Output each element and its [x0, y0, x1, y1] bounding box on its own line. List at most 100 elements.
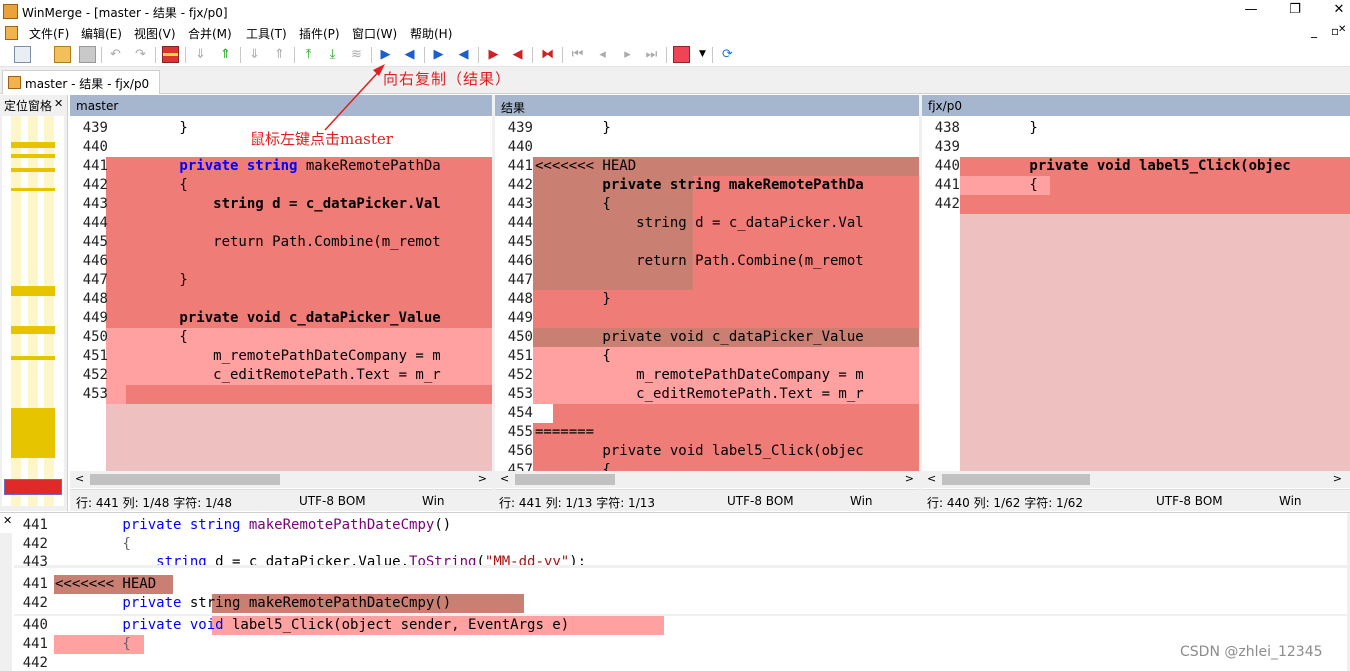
- code-line: private string makeRemotePathDateCmpy(): [55, 595, 452, 611]
- last-diff-icon[interactable]: ⤓: [324, 46, 341, 63]
- save-icon[interactable]: [79, 46, 96, 63]
- code-line: return Path.Combine(m_remot: [535, 253, 864, 269]
- code-line: string d = c_dataPicker.Value.ToString("…: [55, 554, 587, 565]
- copy-right-icon[interactable]: ▶: [377, 46, 394, 63]
- line-number: 443: [22, 554, 48, 570]
- options-icon[interactable]: [673, 46, 690, 63]
- copy-all-right-icon[interactable]: ▶: [485, 46, 502, 63]
- pane-middle-hscroll[interactable]: < >: [495, 471, 919, 488]
- status-eol: Win: [1279, 494, 1302, 508]
- code-line: return Path.Combine(m_remot: [112, 234, 441, 250]
- code-line: string d = c_dataPicker.Val: [112, 196, 441, 212]
- location-pane: 定位窗格 ✕: [0, 95, 68, 511]
- minimize-button[interactable]: —: [1237, 2, 1265, 20]
- menu-help[interactable]: 帮助(H): [410, 25, 452, 42]
- undo-icon[interactable]: ↶: [107, 46, 124, 63]
- status-eol: Win: [422, 494, 445, 508]
- all-diffs-icon[interactable]: ≋: [348, 46, 365, 63]
- status-position: 行: 441 列: 1/48 字符: 1/48: [76, 496, 233, 510]
- location-pane-title: 定位窗格: [4, 99, 52, 113]
- menu-plugins[interactable]: 插件(P): [299, 25, 340, 42]
- pane-left-lines: 439 } 440 441 private string makeRemoteP…: [70, 119, 492, 471]
- next-file-icon[interactable]: ▸: [619, 46, 636, 63]
- next-diff-icon[interactable]: ⇓: [192, 46, 209, 63]
- mdi-minimize-button[interactable]: _: [1311, 24, 1317, 38]
- copy-right-advance-icon[interactable]: ▶: [430, 46, 447, 63]
- prev-diff-icon[interactable]: ⇑: [217, 46, 234, 63]
- diff-pane[interactable]: ✕ 441 private string makeRemotePathDateC…: [0, 512, 1350, 671]
- code-line: m_remotePathDateCompany = m: [535, 367, 864, 383]
- line-number: 441: [934, 177, 960, 193]
- code-line: private void label5_Click(objec: [962, 158, 1291, 174]
- code-line: private void label5_Click(objec: [535, 443, 864, 459]
- pane-right-hscroll[interactable]: < >: [922, 471, 1350, 488]
- line-number: 442: [934, 196, 960, 212]
- copy-left-advance-icon[interactable]: ◀: [455, 46, 472, 63]
- status-position: 行: 440 列: 1/62 字符: 1/62: [927, 496, 1084, 510]
- line-number: 456: [507, 443, 533, 459]
- menu-merge[interactable]: 合并(M): [188, 25, 232, 42]
- code-line: private string makeRemotePathDa: [112, 158, 441, 174]
- menu-edit[interactable]: 编辑(E): [81, 25, 122, 42]
- line-number: 445: [82, 234, 108, 250]
- location-map[interactable]: [2, 116, 64, 506]
- first-diff-icon[interactable]: ⤒: [300, 46, 317, 63]
- prev-conflict-icon[interactable]: ⇑: [271, 46, 288, 63]
- first-file-icon[interactable]: ⏮: [569, 46, 586, 63]
- line-number: 442: [22, 595, 48, 611]
- current-diff-icon[interactable]: [162, 46, 179, 63]
- last-file-icon[interactable]: ⏭: [643, 46, 660, 63]
- close-button[interactable]: ✕: [1325, 2, 1350, 20]
- line-number: 441: [22, 636, 48, 652]
- line-number: 441: [22, 517, 48, 533]
- menu-view[interactable]: 视图(V): [134, 25, 176, 42]
- line-number: 448: [507, 291, 533, 307]
- prev-file-icon[interactable]: ◂: [594, 46, 611, 63]
- redo-icon[interactable]: ↷: [132, 46, 149, 63]
- pane-header-middle: 结果: [495, 95, 920, 116]
- menu-tools[interactable]: 工具(T): [246, 25, 287, 42]
- status-position: 行: 441 列: 1/13 字符: 1/13: [499, 496, 656, 510]
- chevron-down-icon[interactable]: ▼: [694, 46, 711, 63]
- line-number: 452: [82, 367, 108, 383]
- pane-header-left: master: [70, 95, 492, 116]
- copy-all-left-icon[interactable]: ◀: [509, 46, 526, 63]
- code-line: {: [55, 536, 131, 552]
- menu-file[interactable]: 文件(F): [29, 25, 69, 42]
- code-line: }: [535, 291, 611, 307]
- code-line: }: [112, 120, 188, 136]
- location-pane-close[interactable]: ✕: [54, 97, 63, 110]
- line-number: 440: [22, 617, 48, 633]
- line-number: 442: [507, 177, 533, 193]
- refresh-icon[interactable]: ⟳: [719, 46, 736, 63]
- line-number: 441: [22, 576, 48, 592]
- new-icon[interactable]: [14, 46, 31, 63]
- mdi-close-button[interactable]: ✕: [1338, 24, 1346, 35]
- line-number: 457: [507, 462, 533, 471]
- pane-right-lines: 438 } 439 440 private void label5_Click(…: [922, 119, 1347, 471]
- code-line: <<<<<<< HEAD: [55, 576, 157, 592]
- line-number: 444: [82, 215, 108, 231]
- status-eol: Win: [850, 494, 873, 508]
- code-line: private void c_dataPicker_Value: [112, 310, 441, 326]
- code-line: m_remotePathDateCompany = m: [112, 348, 441, 364]
- line-number: 441: [507, 158, 533, 174]
- line-number: 444: [507, 215, 533, 231]
- line-number: 440: [82, 139, 108, 155]
- merge-icon[interactable]: ⧓: [539, 46, 556, 63]
- code-line: {: [55, 636, 131, 652]
- copy-left-icon[interactable]: ◀: [401, 46, 418, 63]
- code-line: c_editRemotePath.Text = m_r: [535, 386, 864, 402]
- annotation-copy-right: 向右复制（结果）: [383, 70, 512, 88]
- pane-left-hscroll[interactable]: < >: [70, 471, 492, 488]
- open-folder-icon[interactable]: [54, 46, 71, 63]
- maximize-button[interactable]: ❐: [1281, 2, 1309, 20]
- tab-document[interactable]: master - 结果 - fjx/p0: [2, 70, 160, 94]
- menu-window[interactable]: 窗口(W): [352, 25, 397, 42]
- tab-bar: master - 结果 - fjx/p0: [0, 67, 1350, 94]
- menu-bar: 文件(F) 编辑(E) 视图(V) 合并(M) 工具(T) 插件(P) 窗口(W…: [0, 23, 1350, 43]
- next-conflict-icon[interactable]: ⇓: [246, 46, 263, 63]
- code-line: private string makeRemotePathDa: [535, 177, 864, 193]
- code-line: c_editRemotePath.Text = m_r: [112, 367, 441, 383]
- code-line: {: [535, 348, 611, 364]
